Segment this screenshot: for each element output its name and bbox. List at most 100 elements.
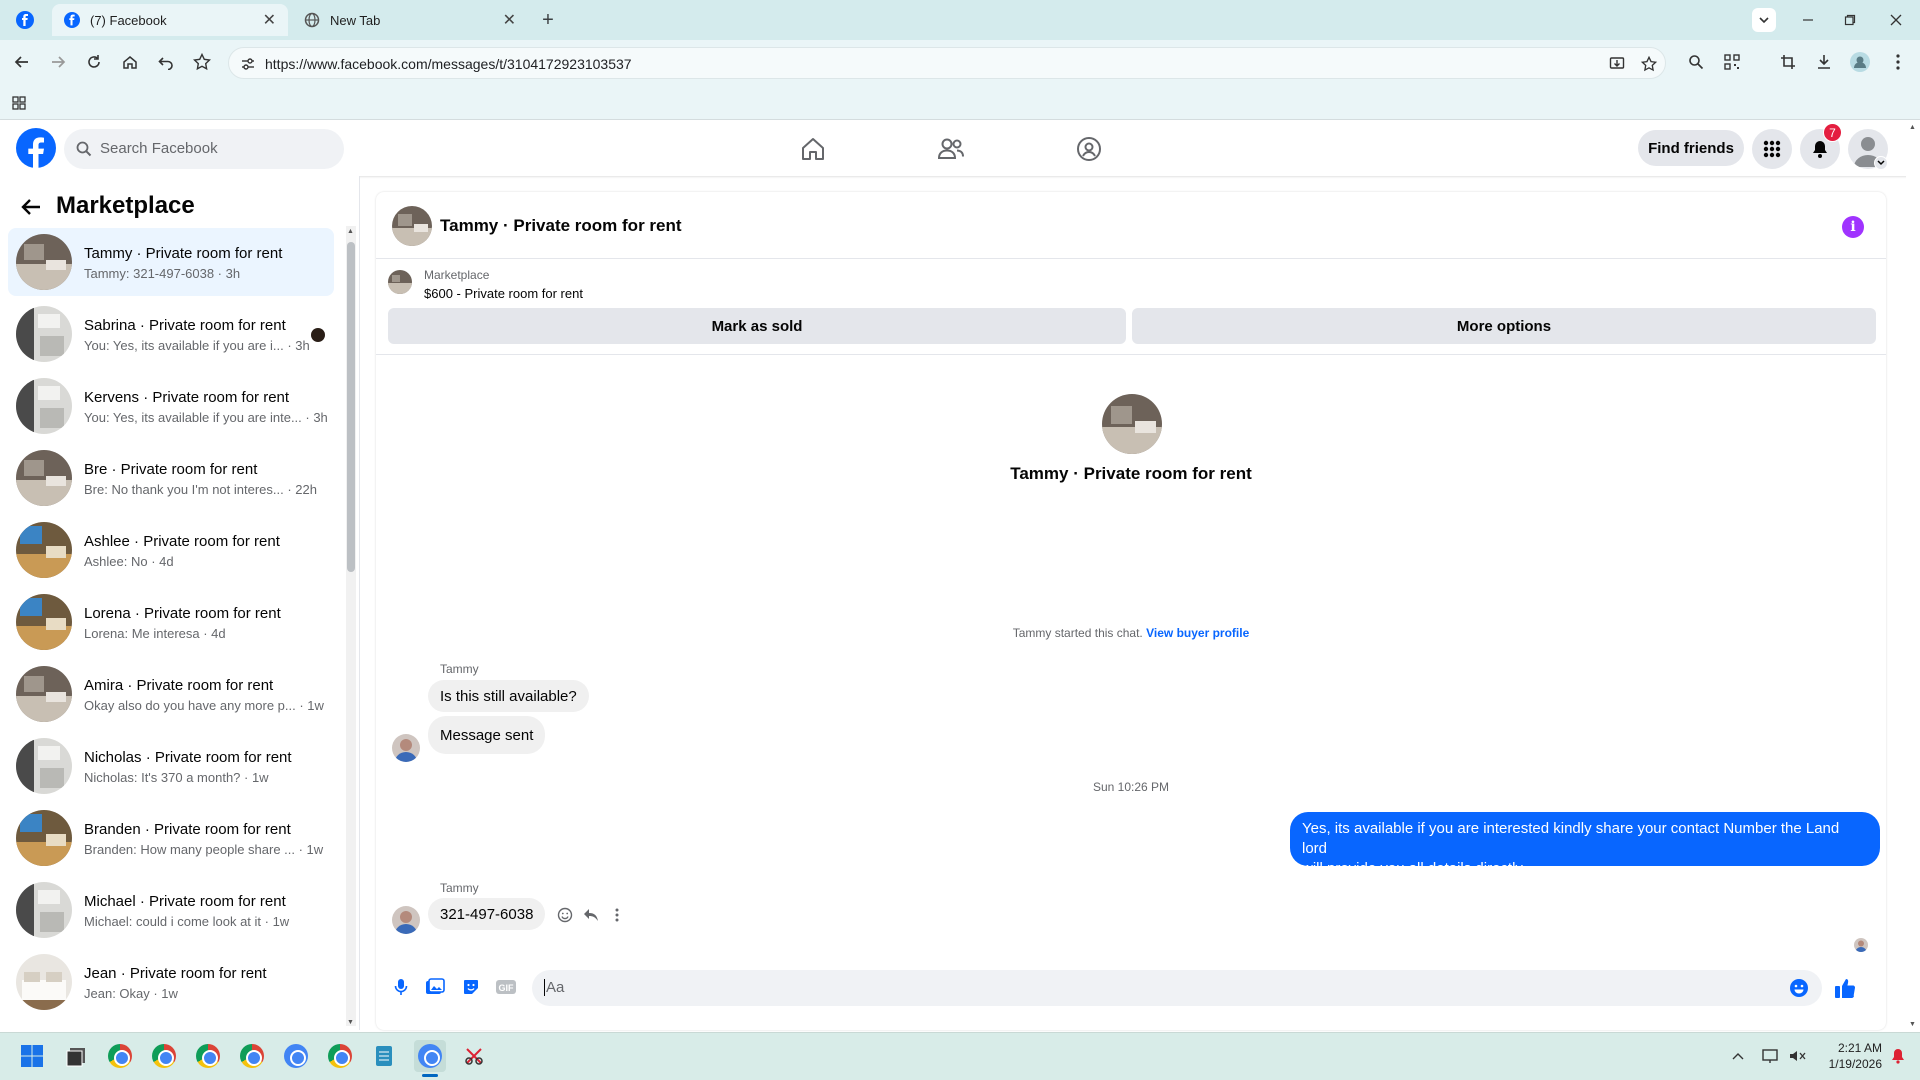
back-arrow-icon[interactable]: [18, 194, 44, 220]
address-bar[interactable]: https://www.facebook.com/messages/t/3104…: [228, 47, 1666, 79]
view-buyer-profile-link[interactable]: View buyer profile: [1146, 626, 1249, 640]
hero-avatar[interactable]: [1102, 394, 1162, 454]
scroll-up-arrow-icon[interactable]: ▲: [347, 228, 354, 235]
browser-menu-icon[interactable]: [1886, 50, 1910, 74]
undo-icon[interactable]: [154, 50, 178, 74]
system-clock[interactable]: 2:21 AM 1/19/2026: [1822, 1040, 1882, 1072]
volume-muted-icon[interactable]: [1786, 1046, 1808, 1066]
qr-code-icon[interactable]: [1720, 50, 1744, 74]
scroll-down-arrow-icon[interactable]: ▼: [347, 1019, 354, 1026]
message-bubble[interactable]: Is this still available?: [428, 680, 589, 712]
mark-as-sold-button[interactable]: Mark as sold: [388, 308, 1126, 344]
gif-icon[interactable]: GIF: [494, 976, 518, 998]
active-app-indicator: [422, 1074, 438, 1077]
menu-grid-icon: [1763, 140, 1781, 158]
notification-bell-icon[interactable]: [1888, 1046, 1908, 1066]
notepad-app-icon[interactable]: [368, 1040, 400, 1072]
friends-nav-icon[interactable]: [936, 134, 966, 164]
reply-icon[interactable]: [582, 906, 600, 924]
bookmark-star-icon[interactable]: [190, 50, 214, 74]
profile-avatar-icon[interactable]: [1848, 50, 1872, 74]
info-icon[interactable]: i: [1842, 216, 1864, 238]
chrome-app-icon[interactable]: [104, 1040, 136, 1072]
back-arrow-icon[interactable]: [10, 50, 34, 74]
more-actions-icon[interactable]: [608, 906, 626, 924]
facebook-logo-icon[interactable]: [16, 128, 56, 168]
conversation-item[interactable]: Amira · Private room for rent Okay also d…: [8, 660, 334, 728]
search-facebook-input[interactable]: Search Facebook: [64, 129, 344, 169]
page-scrollbar[interactable]: ▲ ▼: [1906, 120, 1920, 1030]
conversation-item[interactable]: Branden · Private room for rent Branden: …: [8, 804, 334, 872]
scrollbar-thumb[interactable]: [347, 242, 355, 572]
conversation-item[interactable]: Sabrina · Private room for rent You: Yes,…: [8, 300, 334, 368]
crop-screenshot-icon[interactable]: [1776, 50, 1800, 74]
snipping-tool-icon[interactable]: [458, 1040, 490, 1072]
conversation-item[interactable]: Michael · Private room for rent Michael: …: [8, 876, 334, 944]
sender-avatar[interactable]: [392, 906, 420, 934]
zoom-search-icon[interactable]: [1684, 50, 1708, 74]
scrollbar-track[interactable]: ▲ ▼: [346, 226, 356, 1026]
chat-header-title[interactable]: Tammy · Private room for rent: [440, 216, 682, 236]
message-bubble[interactable]: Message sent: [428, 716, 546, 754]
url-text[interactable]: https://www.facebook.com/messages/t/3104…: [265, 56, 632, 72]
conversation-item[interactable]: Bre · Private room for rent Bre: No thank…: [8, 444, 334, 512]
apps-grid-icon[interactable]: [10, 94, 28, 112]
chrome-beta-app-icon[interactable]: [280, 1040, 312, 1072]
more-options-button[interactable]: More options: [1132, 308, 1876, 344]
account-chevron-icon[interactable]: [1874, 156, 1888, 170]
message-bubble[interactable]: 321-497-6038: [428, 898, 546, 930]
sender-avatar[interactable]: [392, 734, 420, 762]
tab-close-icon[interactable]: ✕: [503, 10, 516, 30]
close-window-icon[interactable]: [1884, 8, 1908, 32]
new-tab-plus-icon[interactable]: +: [536, 8, 560, 32]
emoji-icon[interactable]: [1788, 977, 1810, 999]
groups-nav-icon[interactable]: [1074, 134, 1104, 164]
conversation-item[interactable]: Ashlee · Private room for rent Ashlee: No…: [8, 516, 334, 584]
minimize-icon[interactable]: [1796, 8, 1820, 32]
scroll-up-arrow-icon[interactable]: ▲: [1909, 124, 1916, 131]
react-emoji-icon[interactable]: [556, 906, 574, 924]
site-settings-icon[interactable]: [239, 55, 257, 73]
message-composer-input[interactable]: Aa: [532, 970, 1822, 1006]
tab-new-tab[interactable]: New Tab ✕: [292, 4, 528, 36]
show-hidden-icons-chevron[interactable]: [1728, 1046, 1748, 1066]
bookmark-this-tab-icon[interactable]: [1639, 54, 1659, 74]
tab-search-button[interactable]: [16, 4, 38, 36]
task-view-icon[interactable]: [60, 1040, 92, 1072]
install-app-icon[interactable]: [1607, 54, 1627, 74]
home-nav-icon[interactable]: [798, 134, 828, 164]
chrome-active-app-icon[interactable]: [414, 1040, 446, 1072]
menu-grid-button[interactable]: [1752, 129, 1792, 169]
sticker-icon[interactable]: [460, 976, 482, 998]
network-icon[interactable]: [1760, 1046, 1782, 1066]
listing-title[interactable]: $600 - Private room for rent: [424, 286, 583, 301]
chat-header-avatar[interactable]: [392, 206, 432, 246]
reload-icon[interactable]: [82, 50, 106, 74]
home-icon[interactable]: [118, 50, 142, 74]
conversation-item[interactable]: Tammy · Private room for rent Tammy: 321-…: [8, 228, 334, 296]
conversation-item[interactable]: Kervens · Private room for rent You: Yes,…: [8, 372, 334, 440]
tab-close-icon[interactable]: ✕: [263, 10, 276, 30]
thumbs-up-like-icon[interactable]: [1832, 975, 1858, 1001]
marketplace-conversations-panel: Marketplace Tammy · Private room for ren…: [0, 176, 360, 1030]
conversation-item[interactable]: Jean · Private room for rent Jean: Okay ·…: [8, 948, 334, 1016]
scroll-down-arrow-icon[interactable]: ▼: [1909, 1021, 1916, 1028]
conversation-item[interactable]: Nicholas · Private room for rent Nicholas…: [8, 732, 334, 800]
conversation-preview: You: Yes, its available if you are inte.…: [84, 410, 328, 425]
forward-arrow-icon[interactable]: [46, 50, 70, 74]
conversation-item[interactable]: Lorena · Private room for rent Lorena: Me…: [8, 588, 334, 656]
chrome-app-icon[interactable]: [192, 1040, 224, 1072]
photo-gallery-icon[interactable]: [424, 976, 446, 998]
restore-icon[interactable]: [1838, 8, 1862, 32]
chrome-profile-app-icon[interactable]: [324, 1040, 356, 1072]
windows-start-icon[interactable]: [16, 1040, 48, 1072]
download-icon[interactable]: [1812, 50, 1836, 74]
chrome-app-icon[interactable]: [148, 1040, 180, 1072]
tab-search-chevron-icon[interactable]: [1752, 8, 1776, 32]
own-message-bubble[interactable]: Yes, its available if you are interested…: [1290, 812, 1880, 877]
tab-facebook[interactable]: (7) Facebook ✕: [52, 4, 288, 36]
find-friends-button[interactable]: Find friends: [1638, 130, 1744, 166]
listing-thumbnail[interactable]: [388, 270, 412, 294]
chrome-app-icon[interactable]: [236, 1040, 268, 1072]
microphone-icon[interactable]: [390, 976, 412, 998]
